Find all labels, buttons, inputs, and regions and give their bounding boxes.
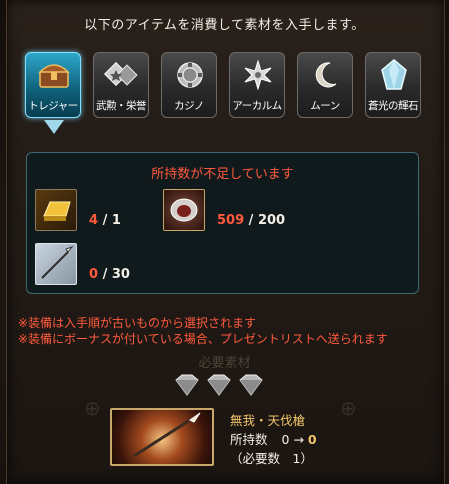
- note-equipment-order: ※装備は入手順が古いものから選択されます: [18, 316, 257, 330]
- item-need: / 200: [248, 213, 286, 228]
- crystal-icon: [374, 57, 414, 93]
- material-name: 無我・天伐槍: [230, 413, 306, 428]
- item-quantity: 4 / 1: [89, 213, 121, 228]
- header-text: 以下のアイテムを消費して素材を入手します。: [84, 18, 365, 33]
- moon-icon: [306, 57, 346, 93]
- casino-chip-icon: [170, 57, 210, 93]
- tab-moon[interactable]: ムーン: [297, 52, 353, 118]
- tab-label: カジノ: [174, 100, 204, 112]
- owned-to: 0: [307, 432, 317, 447]
- item-quantity: 509 / 200: [217, 213, 285, 228]
- tab-label: ムーン: [310, 100, 340, 112]
- active-tab-pointer-icon: [44, 120, 64, 134]
- tab-medals[interactable]: 武勲・栄誉: [93, 52, 149, 118]
- owned-label: 所持数: [230, 432, 268, 447]
- item-have: 0: [89, 267, 99, 282]
- diamond-icon: [207, 374, 231, 396]
- gem-divider: [170, 374, 280, 398]
- material-image[interactable]: [110, 408, 214, 466]
- item-have: 509: [217, 213, 245, 228]
- plus-icon: ⊕: [340, 396, 357, 420]
- owned-arrow: →: [293, 432, 304, 447]
- material-required: （必要数 1）: [230, 451, 313, 466]
- insufficient-warning: 所持数が不足しています: [151, 167, 294, 182]
- section-label: 必要素材: [198, 356, 251, 371]
- material-owned: 所持数 0 → 0: [230, 429, 317, 448]
- spear-icon: [35, 243, 77, 285]
- item-have: 4: [89, 213, 99, 228]
- tab-label: 武勲・栄誉: [96, 100, 147, 112]
- diamond-icon: [239, 374, 263, 396]
- note-bonus-present: ※装備にボーナスが付いている場合、プレゼントリストへ送られます: [18, 332, 388, 346]
- item-need: / 30: [102, 267, 130, 282]
- silver-orb-icon: [163, 189, 205, 231]
- tab-label: アーカルム: [232, 100, 282, 112]
- diamond-icon: [175, 374, 199, 396]
- owned-from: 0: [281, 432, 290, 447]
- treasure-chest-icon: [34, 57, 74, 93]
- item-need: / 1: [102, 213, 121, 228]
- gold-bar-icon: [35, 189, 77, 231]
- tab-arcarum[interactable]: アーカルム: [229, 52, 285, 118]
- tab-label: トレジャー: [28, 100, 78, 112]
- requirements-box: 所持数が不足しています 4 / 1 509 / 200 0 / 30: [26, 152, 419, 294]
- arcarum-star-icon: [238, 57, 278, 93]
- tab-crystal[interactable]: 蒼光の輝石: [365, 52, 421, 118]
- item-quantity: 0 / 30: [89, 267, 130, 282]
- spear-icon: [133, 412, 201, 458]
- plus-icon: ⊕: [84, 396, 101, 420]
- medals-icon: [102, 57, 142, 93]
- tab-casino[interactable]: カジノ: [161, 52, 217, 118]
- tab-label: 蒼光の輝石: [368, 100, 419, 112]
- category-tabs: トレジャー 武勲・栄誉 カジノ アーカルム ムーン 蒼光の輝石: [25, 52, 425, 132]
- tab-treasure[interactable]: トレジャー: [25, 52, 81, 118]
